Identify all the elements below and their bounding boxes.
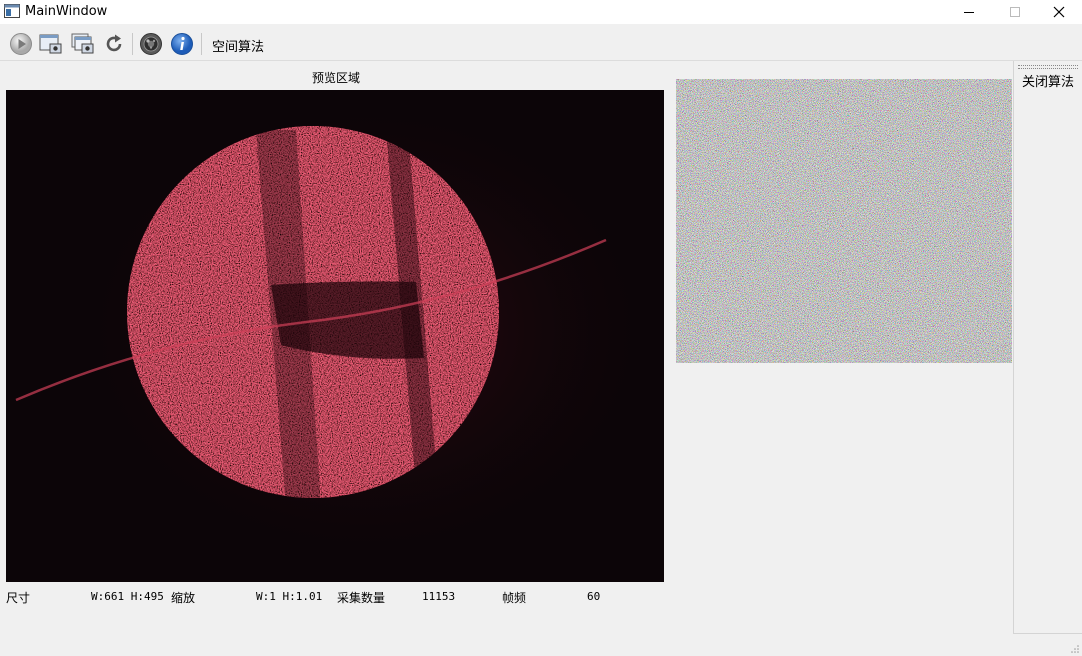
app-window-icon: [4, 4, 20, 18]
minimize-icon: [964, 12, 974, 13]
capture-count-label: 采集数量: [337, 591, 386, 605]
capture-multi-button[interactable]: [70, 31, 96, 57]
info-icon: [171, 33, 193, 55]
zoom-label: 缩放: [171, 591, 196, 605]
toolbar-separator: [132, 33, 133, 55]
maximize-icon: [1010, 7, 1020, 17]
algorithm-dock-panel: 关闭算法: [1013, 61, 1082, 634]
refresh-button[interactable]: [101, 31, 127, 57]
resize-grip-icon[interactable]: [1070, 644, 1080, 654]
title-bar: MainWindow: [0, 0, 1082, 24]
close-button[interactable]: [1036, 0, 1082, 24]
spatial-algorithm-button[interactable]: 空间算法: [212, 36, 264, 55]
capture-count-value: 11153: [422, 590, 456, 603]
frame-rate-label: 帧频: [502, 591, 527, 605]
size-label: 尺寸: [6, 591, 31, 605]
algorithm-output-image: [676, 79, 1012, 363]
dock-grip[interactable]: [1018, 65, 1078, 67]
frame-rate-value: 60: [587, 590, 601, 603]
camera-lens-icon: [140, 33, 162, 55]
info-button[interactable]: [169, 31, 195, 57]
camera-preview-image: [6, 90, 664, 582]
camera-settings-button[interactable]: [138, 31, 164, 57]
size-value: W:661 H:495: [91, 590, 164, 603]
zoom-value: W:1 H:1.01: [256, 590, 323, 603]
capture-screen-icon: [39, 34, 62, 54]
play-button[interactable]: [8, 31, 34, 57]
close-algorithm-button[interactable]: 关闭算法: [1022, 71, 1074, 90]
minimize-button[interactable]: [946, 0, 992, 24]
toolbar: 空间算法: [0, 28, 1082, 61]
toolbar-separator: [201, 33, 202, 55]
dock-grip[interactable]: [1018, 68, 1078, 70]
capture-multi-icon: [71, 33, 94, 54]
capture-screen-button[interactable]: [38, 31, 64, 57]
close-icon: [1053, 6, 1065, 18]
refresh-icon: [106, 34, 122, 52]
window-title: MainWindow: [25, 4, 108, 19]
preview-area-label: 预览区域: [312, 71, 361, 85]
play-icon: [10, 33, 32, 55]
maximize-button[interactable]: [992, 0, 1038, 24]
